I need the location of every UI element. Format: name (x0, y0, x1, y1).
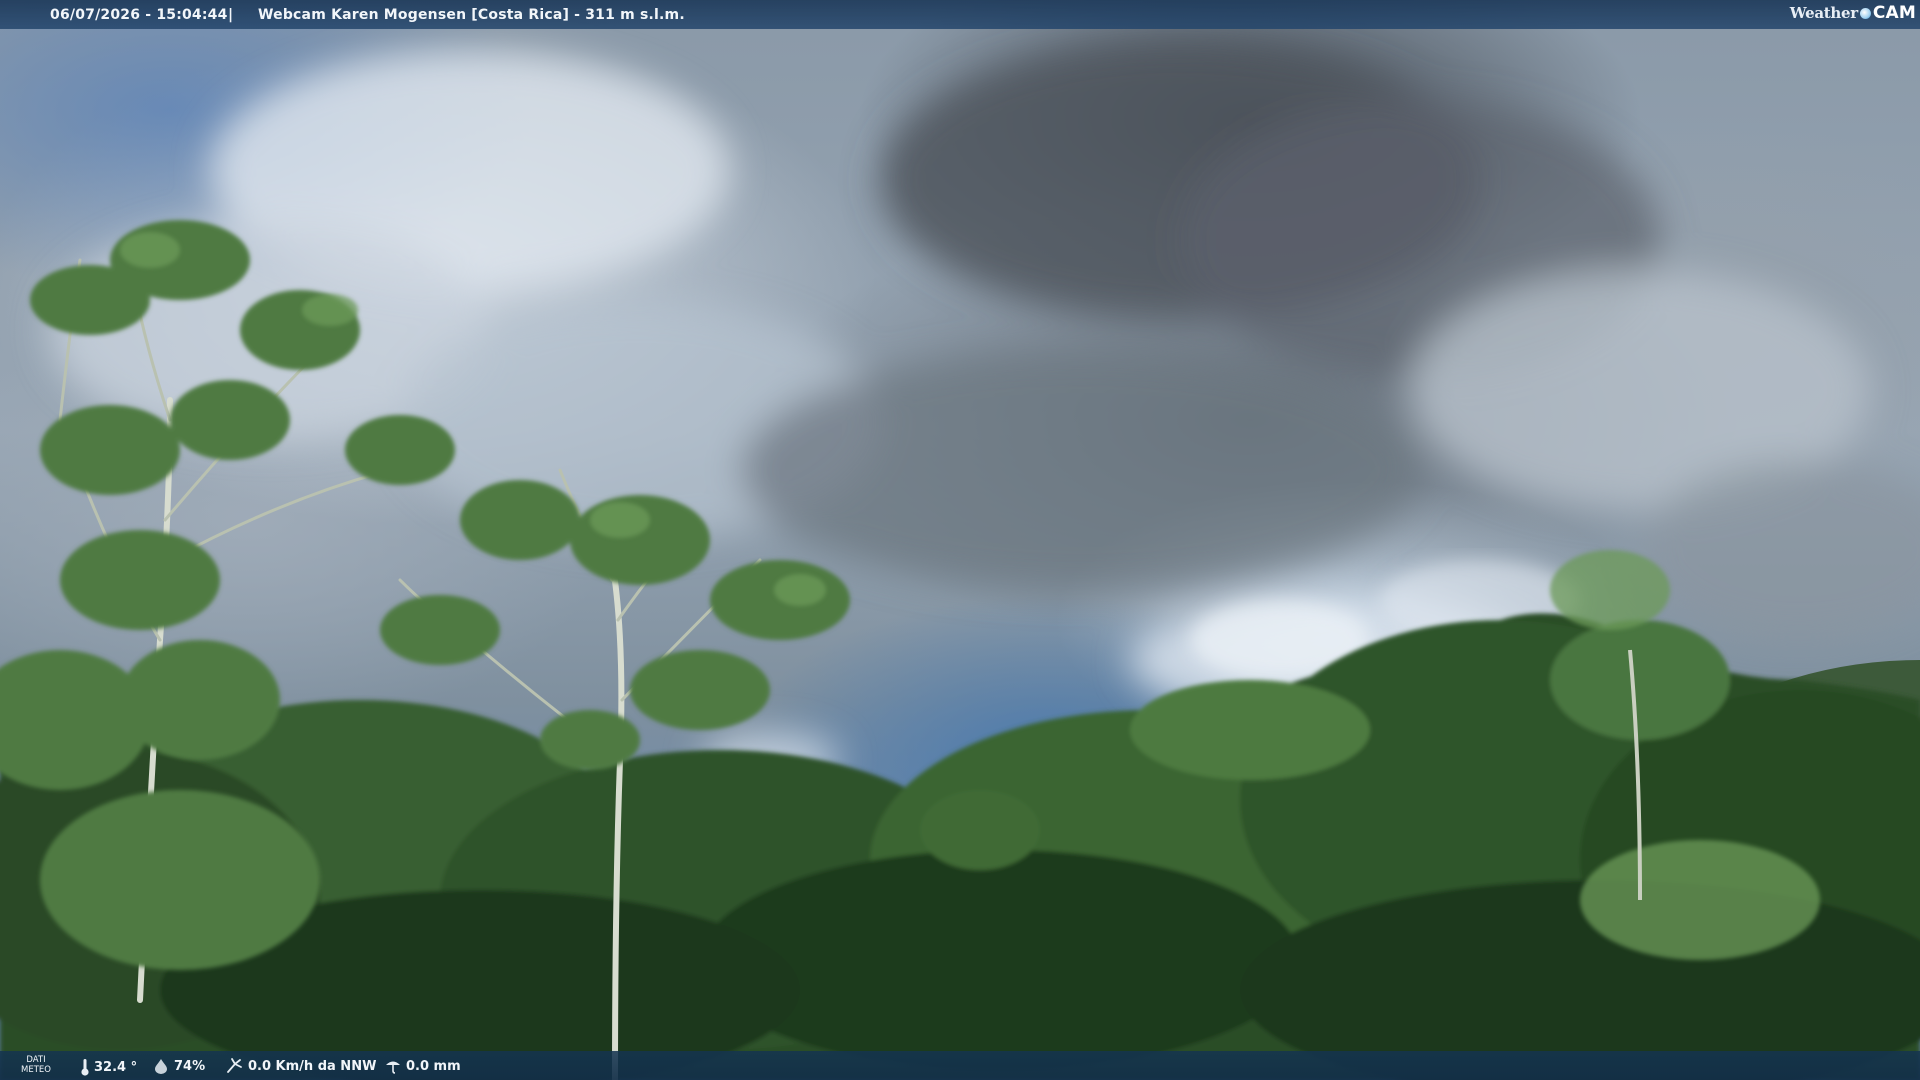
webcam-frame: 06/07/2026 - 15:04:44 | Webcam Karen Mog… (0, 0, 1920, 1080)
rain-readout: 0.0 mm (384, 1058, 461, 1074)
webcam-image (0, 0, 1920, 1080)
logo-cam: CAM (1872, 3, 1916, 23)
meteo-label: DATI METEO (18, 1055, 54, 1075)
timestamp: 06/07/2026 - 15:04:44 (50, 7, 228, 23)
logo-word: Weather (1789, 4, 1858, 22)
meteo-label-line1: DATI (26, 1055, 46, 1065)
humidity-drop-icon (155, 1059, 167, 1074)
forest-layer (0, 220, 1920, 1080)
logo-globe-icon (1859, 7, 1871, 19)
wind-value: 0.0 Km/h da NNW (248, 1058, 377, 1074)
wind-icon (227, 1058, 242, 1073)
temperature-readout: 32.4 ° (80, 1058, 137, 1076)
overlay-top-bar: 06/07/2026 - 15:04:44 | Webcam Karen Mog… (0, 0, 1920, 29)
weathercam-logo: Weather CAM (1790, 3, 1916, 23)
humidity-value: 74% (174, 1058, 206, 1074)
overlay-weather-bar: DATI METEO 32.4 ° 74% 0.0 Km/h da NNW 0.… (0, 1051, 1920, 1080)
temperature-value: 32.4 ° (94, 1059, 138, 1075)
wind-readout: 0.0 Km/h da NNW (226, 1058, 376, 1074)
thermometer-icon (81, 1059, 89, 1076)
webcam-title: Webcam Karen Mogensen [Costa Rica] - 311… (258, 7, 685, 23)
title-separator: | (228, 7, 234, 23)
rain-value: 0.0 mm (406, 1058, 461, 1074)
meteo-label-line2: METEO (21, 1065, 51, 1075)
rain-gauge-icon (386, 1061, 400, 1074)
humidity-readout: 74% (152, 1058, 205, 1074)
